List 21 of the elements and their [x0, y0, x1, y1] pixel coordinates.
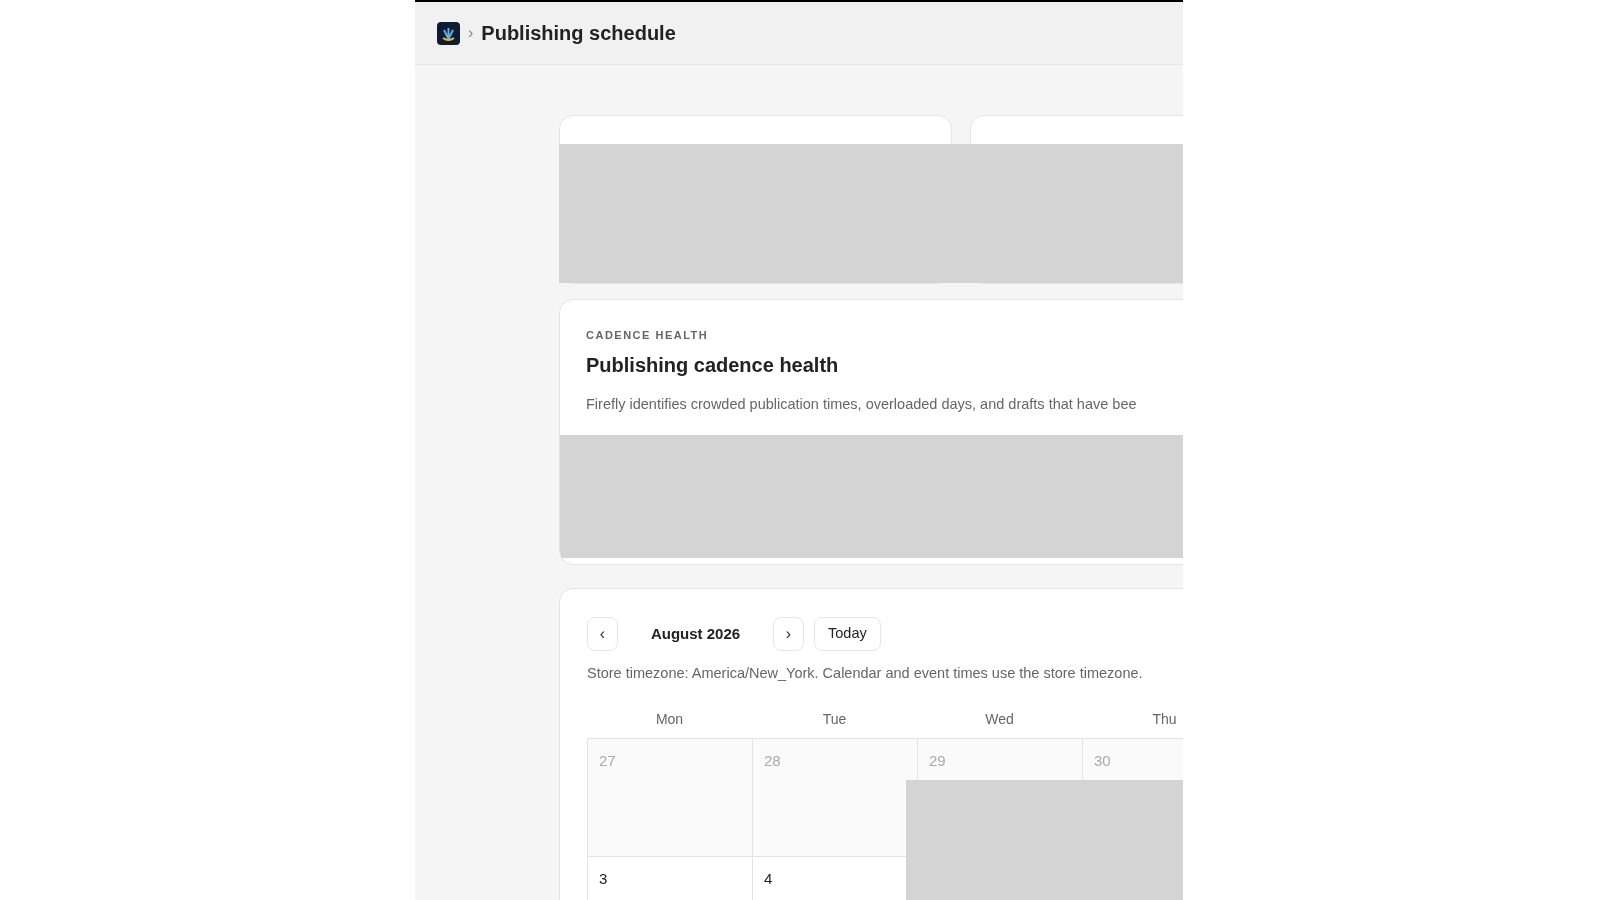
card-description: Firefly identifies crowded publication times, overloaded days, and drafts that have bee	[586, 394, 1138, 414]
day-number: 3	[599, 869, 608, 887]
previous-month-button[interactable]: ‹	[587, 617, 618, 651]
weekday-header: Thu	[1152, 709, 1177, 729]
weekday-header: Tue	[822, 709, 847, 729]
weekday-header: Mon	[655, 709, 684, 729]
breadcrumb-separator: ›	[468, 23, 474, 43]
day-number: 28	[764, 751, 781, 769]
day-number: 4	[764, 869, 773, 887]
month-label: August 2026	[649, 623, 742, 644]
timezone-note: Store timezone: America/New_York. Calendar and event times use the store timezone.	[587, 664, 1144, 683]
section-eyebrow: CADENCE HEALTH	[586, 328, 710, 343]
day-number: 27	[599, 751, 616, 769]
app-logo-icon	[437, 21, 460, 45]
today-button[interactable]: Today	[814, 617, 881, 651]
weekday-header: Wed	[985, 709, 1014, 729]
day-number: 29	[929, 751, 946, 769]
card-title: Publishing cadence health	[586, 352, 840, 378]
next-month-button[interactable]: ›	[773, 617, 804, 651]
page-title: Publishing schedule	[481, 21, 676, 46]
day-number: 30	[1094, 751, 1111, 769]
